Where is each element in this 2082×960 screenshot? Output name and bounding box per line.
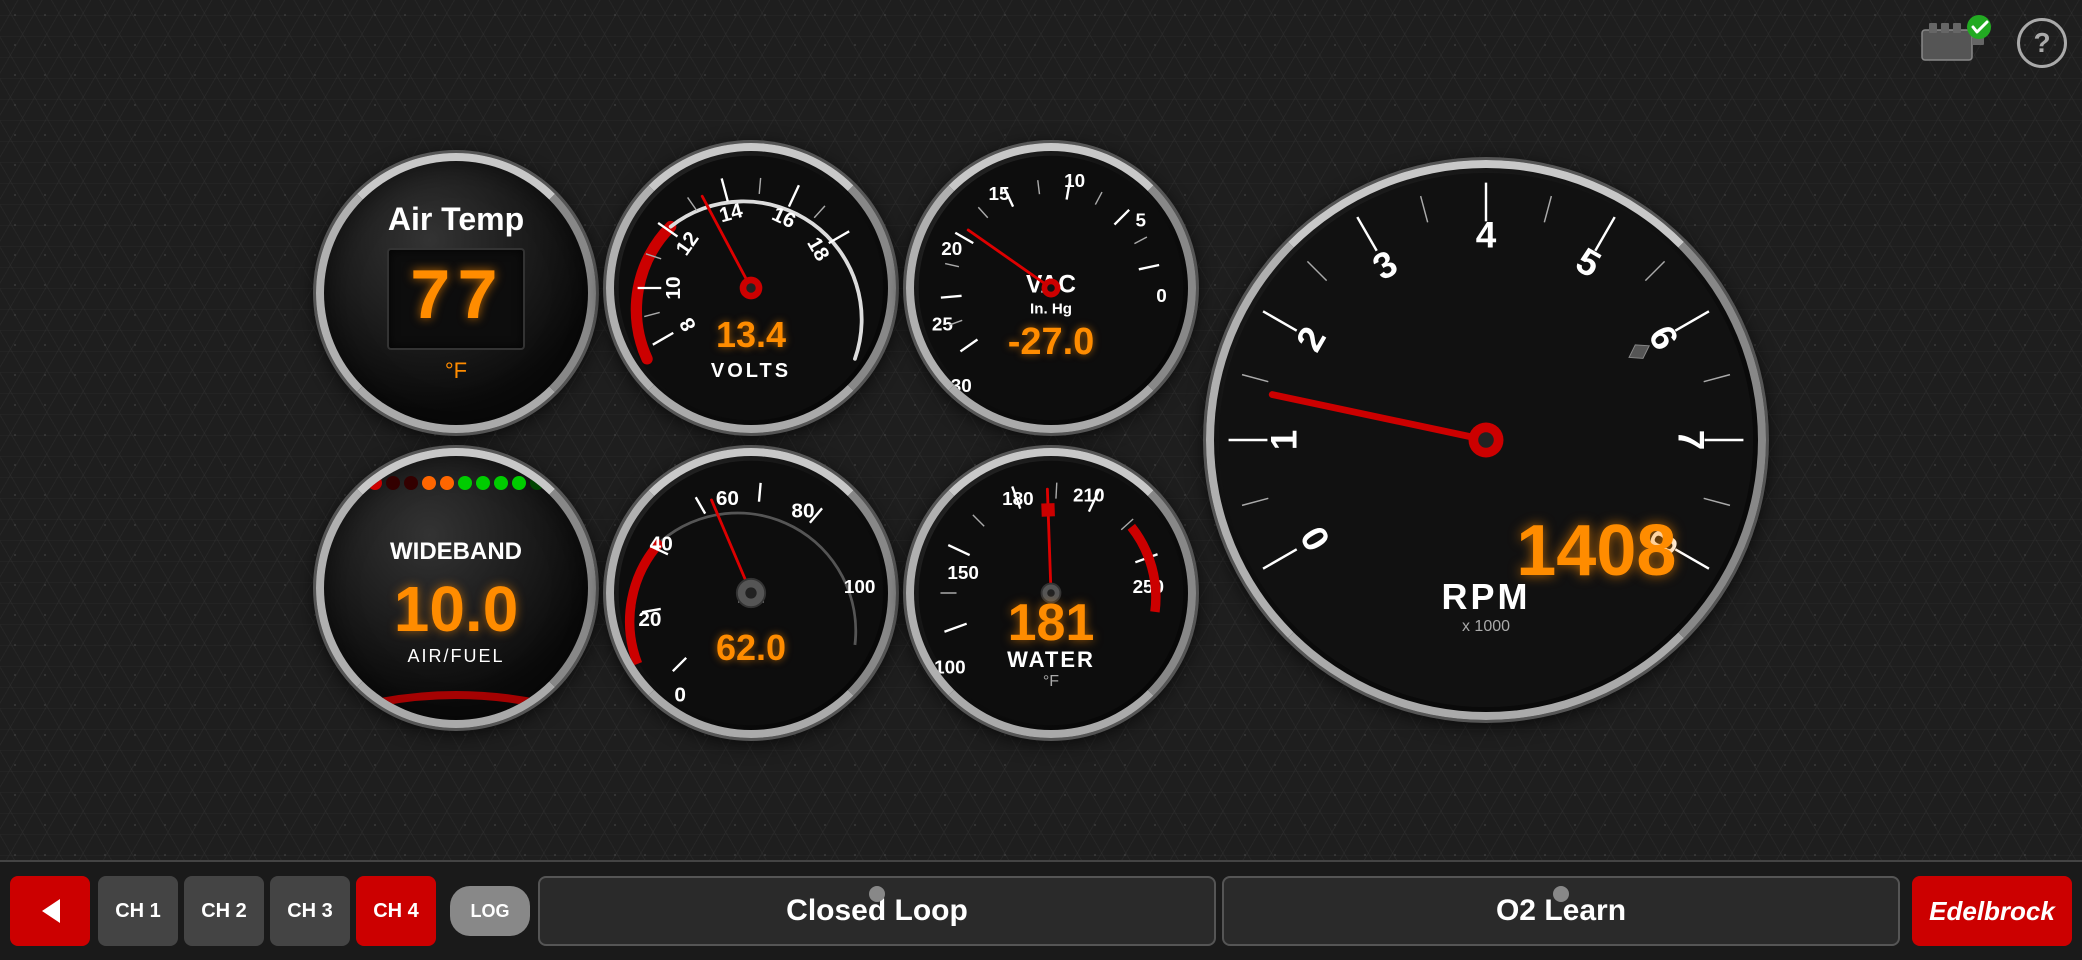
log-button[interactable]: LOG (450, 886, 530, 936)
ch3-label: CH 3 (287, 900, 333, 923)
top-right-area: ? (1917, 15, 2067, 70)
led-dot (494, 476, 508, 490)
led-arc (346, 476, 566, 506)
air-temp-gauge[interactable]: Air Temp 77 °F (316, 153, 596, 433)
gauge-col-2: 8 10 12 14 16 18 (606, 143, 896, 738)
svg-text:4: 4 (1476, 215, 1497, 256)
ch1-label: CH 1 (115, 900, 161, 923)
svg-text:1: 1 (1264, 430, 1305, 451)
volts-label: VOLTS (711, 360, 791, 383)
gauge-col-1: Air Temp 77 °F (316, 153, 596, 728)
svg-text:0: 0 (674, 683, 686, 706)
water-label: WATER °F (1007, 647, 1095, 691)
air-temp-unit: °F (387, 358, 525, 384)
gauge-area: Air Temp 77 °F (0, 0, 2082, 860)
gauge-col-4: 0 1 2 3 4 5 6 (1206, 160, 1766, 720)
edelbrock-label: Edelbrock (1929, 896, 2055, 927)
bottom-bar: CH 1 CH 2 CH 3 CH 4 LOG Closed Loop O2 L… (0, 860, 2082, 960)
led-dot (368, 476, 382, 490)
ch1-button[interactable]: CH 1 (98, 876, 178, 946)
vac-gauge[interactable]: 30 25 20 15 10 5 0 VAC In. Hg (906, 143, 1196, 433)
o2-learn-button[interactable]: O2 Learn (1222, 876, 1900, 946)
led-dot (422, 476, 436, 490)
wideband-label: WIDEBAND (390, 538, 522, 566)
svg-text:210: 210 (1073, 485, 1105, 506)
psi-svg: 0 20 40 60 80 PSI 100 (614, 456, 888, 730)
led-dot (350, 476, 364, 490)
engine-icon[interactable] (1917, 15, 1997, 70)
vac-value: -27.0 (1008, 321, 1095, 364)
led-dot (440, 476, 454, 490)
closed-loop-indicator (869, 886, 885, 902)
water-label-text: WATER (1007, 647, 1095, 672)
rpm-gauge[interactable]: 0 1 2 3 4 5 6 (1206, 160, 1766, 720)
closed-loop-button[interactable]: Closed Loop (538, 876, 1216, 946)
led-dot (512, 476, 526, 490)
volts-gauge[interactable]: 8 10 12 14 16 18 (606, 143, 896, 433)
ch2-button[interactable]: CH 2 (184, 876, 264, 946)
svg-text:10: 10 (1064, 170, 1085, 191)
led-dot (386, 476, 400, 490)
ch3-button[interactable]: CH 3 (270, 876, 350, 946)
water-value: 181 (1008, 593, 1095, 653)
wideband-content: WIDEBAND 10.0 AIR/FUEL (390, 538, 522, 667)
air-temp-label: Air Temp (387, 201, 525, 238)
rpm-label: RPM x 1000 (1442, 576, 1531, 636)
svg-text:5: 5 (1136, 210, 1147, 231)
svg-text:150: 150 (947, 562, 979, 583)
volts-value: 13.4 (716, 314, 786, 356)
led-dot (404, 476, 418, 490)
svg-text:100: 100 (934, 657, 966, 678)
back-button[interactable] (10, 876, 90, 946)
led-dot (476, 476, 490, 490)
svg-text:In. Hg: In. Hg (1030, 300, 1072, 317)
wideband-sublabel: AIR/FUEL (390, 646, 522, 667)
led-dot (458, 476, 472, 490)
wideband-arc-decoration (356, 680, 556, 710)
air-temp-value: 77 (409, 258, 503, 340)
help-label: ? (2033, 27, 2050, 59)
ch2-label: CH 2 (201, 900, 247, 923)
air-temp-display: 77 (387, 248, 525, 350)
log-label: LOG (471, 901, 510, 922)
led-dot (530, 476, 544, 490)
wideband-value: 10.0 (390, 572, 522, 646)
svg-text:60: 60 (716, 487, 739, 510)
svg-text:30: 30 (951, 375, 972, 396)
wideband-gauge[interactable]: WIDEBAND 10.0 AIR/FUEL (316, 448, 596, 728)
water-sublabel: °F (1043, 673, 1059, 690)
o2-learn-indicator (1553, 886, 1569, 902)
psi-gauge[interactable]: 0 20 40 60 80 PSI 100 (606, 448, 896, 738)
edelbrock-logo[interactable]: Edelbrock (1912, 876, 2072, 946)
svg-text:7: 7 (1670, 430, 1711, 451)
led-dot (548, 476, 562, 490)
svg-text:10: 10 (662, 276, 685, 299)
ch4-label: CH 4 (373, 900, 419, 923)
rpm-label-sub: x 1000 (1442, 618, 1531, 636)
svg-text:0: 0 (1156, 286, 1167, 307)
svg-text:20: 20 (941, 238, 962, 259)
gauge-col-3: 30 25 20 15 10 5 0 VAC In. Hg (906, 143, 1196, 738)
svg-text:80: 80 (791, 499, 814, 522)
ch4-button[interactable]: CH 4 (356, 876, 436, 946)
rpm-label-main: RPM (1442, 576, 1531, 618)
vac-svg: 30 25 20 15 10 5 0 VAC In. Hg (914, 151, 1188, 425)
water-gauge[interactable]: 100 150 180 210 250 (906, 448, 1196, 738)
svg-text:100: 100 (844, 577, 876, 598)
air-temp-content: Air Temp 77 °F (387, 201, 525, 384)
psi-value: 62.0 (716, 627, 786, 669)
back-arrow-icon (30, 891, 70, 931)
help-button[interactable]: ? (2017, 18, 2067, 68)
rpm-value: 1408 (1516, 510, 1676, 592)
